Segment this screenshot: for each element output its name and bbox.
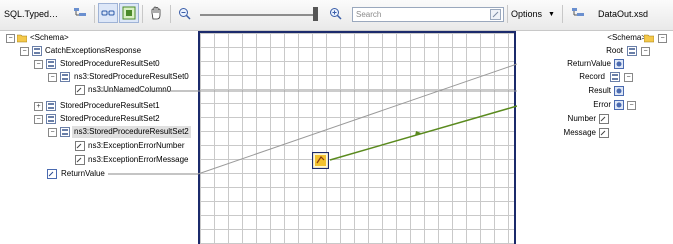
field-icon bbox=[75, 155, 85, 165]
field-icon bbox=[614, 100, 624, 110]
field-icon bbox=[614, 59, 624, 69]
collapse-toggle[interactable]: − bbox=[627, 101, 636, 110]
toolbar: SQL.Typed… Search Options ▼ DataOut.xsd bbox=[0, 0, 673, 31]
tree-node[interactable]: Root bbox=[606, 45, 623, 57]
schema-node-icon bbox=[46, 59, 56, 69]
tree-node[interactable]: StoredProcedureResultSet0 bbox=[60, 58, 160, 70]
chevron-down-icon: ▼ bbox=[548, 10, 555, 18]
tree-node[interactable]: Number bbox=[568, 113, 596, 125]
options-dropdown[interactable]: Options ▼ bbox=[511, 3, 555, 25]
schema-node-icon bbox=[46, 101, 56, 111]
dest-schema-options-button[interactable] bbox=[568, 3, 588, 23]
folder-icon bbox=[644, 34, 654, 43]
zoom-in-button[interactable] bbox=[325, 3, 345, 23]
tree-node[interactable]: Result bbox=[588, 85, 611, 97]
source-schema-title: SQL.Typed… bbox=[4, 9, 59, 19]
pan-button[interactable] bbox=[146, 3, 166, 23]
tree-node[interactable]: <Schema> bbox=[607, 32, 646, 44]
toolbar-separator bbox=[170, 5, 171, 23]
collapse-toggle[interactable]: − bbox=[48, 73, 57, 82]
tree-node[interactable]: Error bbox=[593, 99, 611, 111]
expand-toggle[interactable]: + bbox=[34, 102, 43, 111]
tree-node[interactable]: CatchExceptionsResponse bbox=[45, 45, 141, 57]
schema-node-icon bbox=[60, 72, 70, 82]
zoom-out-icon bbox=[178, 7, 191, 20]
tree-node[interactable]: StoredProcedureResultSet1 bbox=[60, 100, 160, 112]
collapse-toggle[interactable]: − bbox=[34, 60, 43, 69]
toolbar-separator bbox=[142, 5, 143, 23]
collapse-toggle[interactable]: − bbox=[658, 34, 667, 43]
collapse-toggle[interactable]: − bbox=[34, 115, 43, 124]
schema-options-icon bbox=[74, 8, 86, 16]
tree-node[interactable]: ns3:UnNamedColumn0 bbox=[88, 84, 171, 96]
search-input[interactable] bbox=[353, 8, 487, 20]
schema-node-icon bbox=[627, 46, 637, 56]
field-icon bbox=[599, 128, 609, 138]
field-icon bbox=[599, 114, 609, 124]
options-label: Options bbox=[511, 9, 543, 19]
mapper-grid[interactable] bbox=[198, 31, 516, 244]
collapse-toggle[interactable]: − bbox=[20, 47, 29, 56]
search-icon[interactable] bbox=[490, 9, 501, 20]
collapse-toggle[interactable]: − bbox=[641, 47, 650, 56]
collapse-toggle[interactable]: − bbox=[48, 128, 57, 137]
toolbar-separator bbox=[562, 5, 563, 23]
functoid-grid-icon bbox=[122, 6, 136, 20]
schema-node-icon bbox=[60, 127, 70, 137]
functoid-icon[interactable] bbox=[312, 152, 329, 169]
source-schema-tree: − <Schema> − CatchExceptionsResponse − S… bbox=[0, 31, 197, 244]
show-functoids-toggle[interactable] bbox=[119, 3, 139, 23]
tree-node[interactable]: ReturnValue bbox=[61, 168, 105, 180]
schema-node-icon bbox=[32, 46, 42, 56]
field-icon bbox=[75, 141, 85, 151]
schema-options-icon bbox=[572, 8, 584, 16]
collapse-toggle[interactable]: − bbox=[6, 34, 15, 43]
schema-node-icon bbox=[610, 72, 620, 82]
hand-tool-icon bbox=[151, 6, 161, 20]
tree-node[interactable]: ReturnValue bbox=[567, 58, 611, 70]
tree-node[interactable]: <Schema> bbox=[30, 32, 69, 44]
field-icon bbox=[614, 86, 624, 96]
search-box[interactable] bbox=[352, 7, 504, 22]
tree-node[interactable]: ns3:StoredProcedureResultSet0 bbox=[74, 71, 189, 83]
destination-schema-tree: <Schema> − Root − ReturnValue Record − R… bbox=[517, 31, 673, 244]
zoom-out-button[interactable] bbox=[174, 3, 194, 23]
field-icon bbox=[47, 169, 57, 179]
source-schema-options-button[interactable] bbox=[70, 3, 90, 23]
tree-node[interactable]: StoredProcedureResultSet2 bbox=[60, 113, 160, 125]
zoom-slider-track[interactable] bbox=[200, 14, 318, 16]
show-links-toggle[interactable] bbox=[98, 3, 118, 23]
tree-node-selected[interactable]: ns3:StoredProcedureResultSet2 bbox=[72, 126, 191, 138]
zoom-in-icon bbox=[329, 7, 342, 20]
tree-node[interactable]: ns3:ExceptionErrorNumber bbox=[88, 140, 184, 152]
toolbar-separator bbox=[507, 5, 508, 23]
links-icon bbox=[101, 10, 115, 16]
tree-node[interactable]: ns3:ExceptionErrorMessage bbox=[88, 154, 189, 166]
destination-schema-title: DataOut.xsd bbox=[598, 9, 649, 19]
folder-icon bbox=[17, 34, 27, 43]
field-icon bbox=[75, 85, 85, 95]
toolbar-separator bbox=[94, 5, 95, 23]
zoom-slider-thumb[interactable] bbox=[313, 7, 318, 21]
tree-node[interactable]: Message bbox=[564, 127, 596, 139]
collapse-toggle[interactable]: − bbox=[624, 73, 633, 82]
schema-node-icon bbox=[46, 114, 56, 124]
tree-node[interactable]: Record bbox=[579, 71, 605, 83]
